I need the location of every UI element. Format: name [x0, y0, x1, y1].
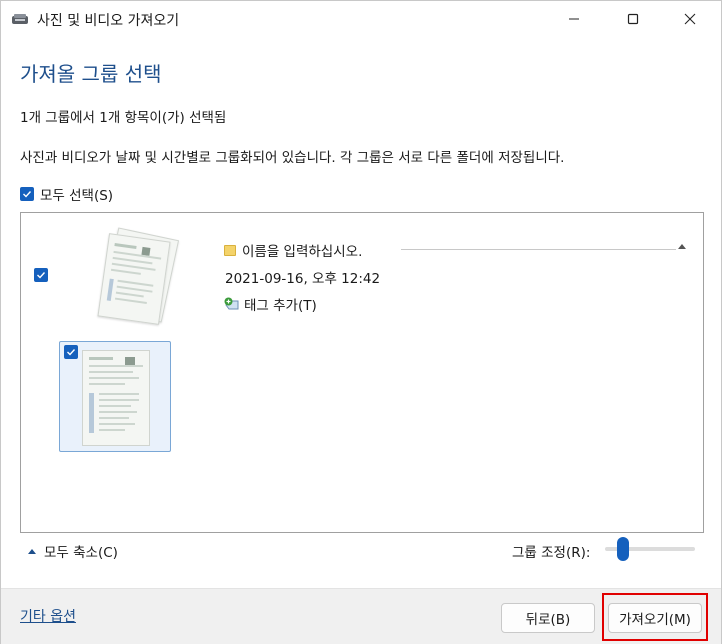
more-options-link[interactable]: 기타 옵션 — [20, 606, 76, 626]
checkmark-icon — [37, 272, 46, 279]
group-name-divider — [401, 249, 676, 250]
group-thumbnail-stack[interactable] — [97, 227, 180, 325]
collapse-all-label: 모두 축소(C) — [44, 545, 118, 561]
document-thumbnail — [82, 350, 150, 446]
document-content-icon — [106, 242, 162, 305]
group-name-placeholder: 이름을 입력하십시오. — [242, 244, 363, 260]
minimize-icon — [569, 18, 579, 20]
maximize-button[interactable] — [610, 1, 656, 37]
folder-icon — [224, 244, 236, 256]
window-title: 사진 및 비디오 가져오기 — [37, 13, 180, 29]
group-checkbox[interactable] — [34, 268, 48, 282]
add-tag-link[interactable]: 태그 추가(T) — [224, 294, 317, 314]
select-all-label: 모두 선택(S) — [40, 188, 114, 204]
document-thumbnail — [97, 233, 171, 325]
import-button-highlight — [602, 593, 708, 641]
group-name-field[interactable]: 이름을 입력하십시오. — [224, 240, 362, 260]
chevron-up-icon — [28, 548, 36, 554]
group-date: 2021-09-16, 오후 12:42 — [225, 271, 381, 287]
selection-summary: 1개 그룹에서 1개 항목이(가) 선택됨 — [20, 110, 227, 126]
document-content-icon — [89, 357, 143, 433]
add-tag-label: 태그 추가(T) — [244, 298, 317, 314]
title-bar: 사진 및 비디오 가져오기 — [1, 1, 721, 39]
maximize-icon — [627, 13, 639, 25]
import-photos-window: 사진 및 비디오 가져오기 가져올 그룹 선택 1개 그룹에서 1개 항목이(가… — [0, 0, 722, 644]
collapse-group-icon[interactable] — [678, 244, 686, 249]
close-button[interactable] — [667, 1, 713, 37]
group-adjust-label: 그룹 조정(R): — [512, 545, 591, 561]
photo-item-tile[interactable] — [59, 341, 171, 452]
page-title: 가져올 그룹 선택 — [20, 62, 162, 86]
checkbox-checked-icon — [20, 187, 34, 201]
item-checkbox[interactable] — [64, 345, 78, 359]
import-device-icon — [12, 14, 28, 24]
grouping-description: 사진과 비디오가 날짜 및 시간별로 그룹화되어 있습니다. 각 그룹은 서로 … — [20, 150, 565, 166]
checkmark-icon — [67, 349, 76, 356]
close-icon — [684, 13, 696, 25]
dialog-footer: 기타 옵션 뒤로(B) 가져오기(M) — [1, 588, 721, 644]
group-adjust-slider-thumb[interactable] — [617, 537, 629, 561]
add-tag-icon — [224, 297, 239, 310]
group-list: 이름을 입력하십시오. 2021-09-16, 오후 12:42 태그 추가(T… — [20, 212, 704, 533]
back-button[interactable]: 뒤로(B) — [501, 603, 595, 633]
minimize-button[interactable] — [551, 1, 597, 37]
select-all-checkbox[interactable]: 모두 선택(S) — [20, 184, 113, 204]
collapse-all-button[interactable]: 모두 축소(C) — [28, 541, 118, 561]
